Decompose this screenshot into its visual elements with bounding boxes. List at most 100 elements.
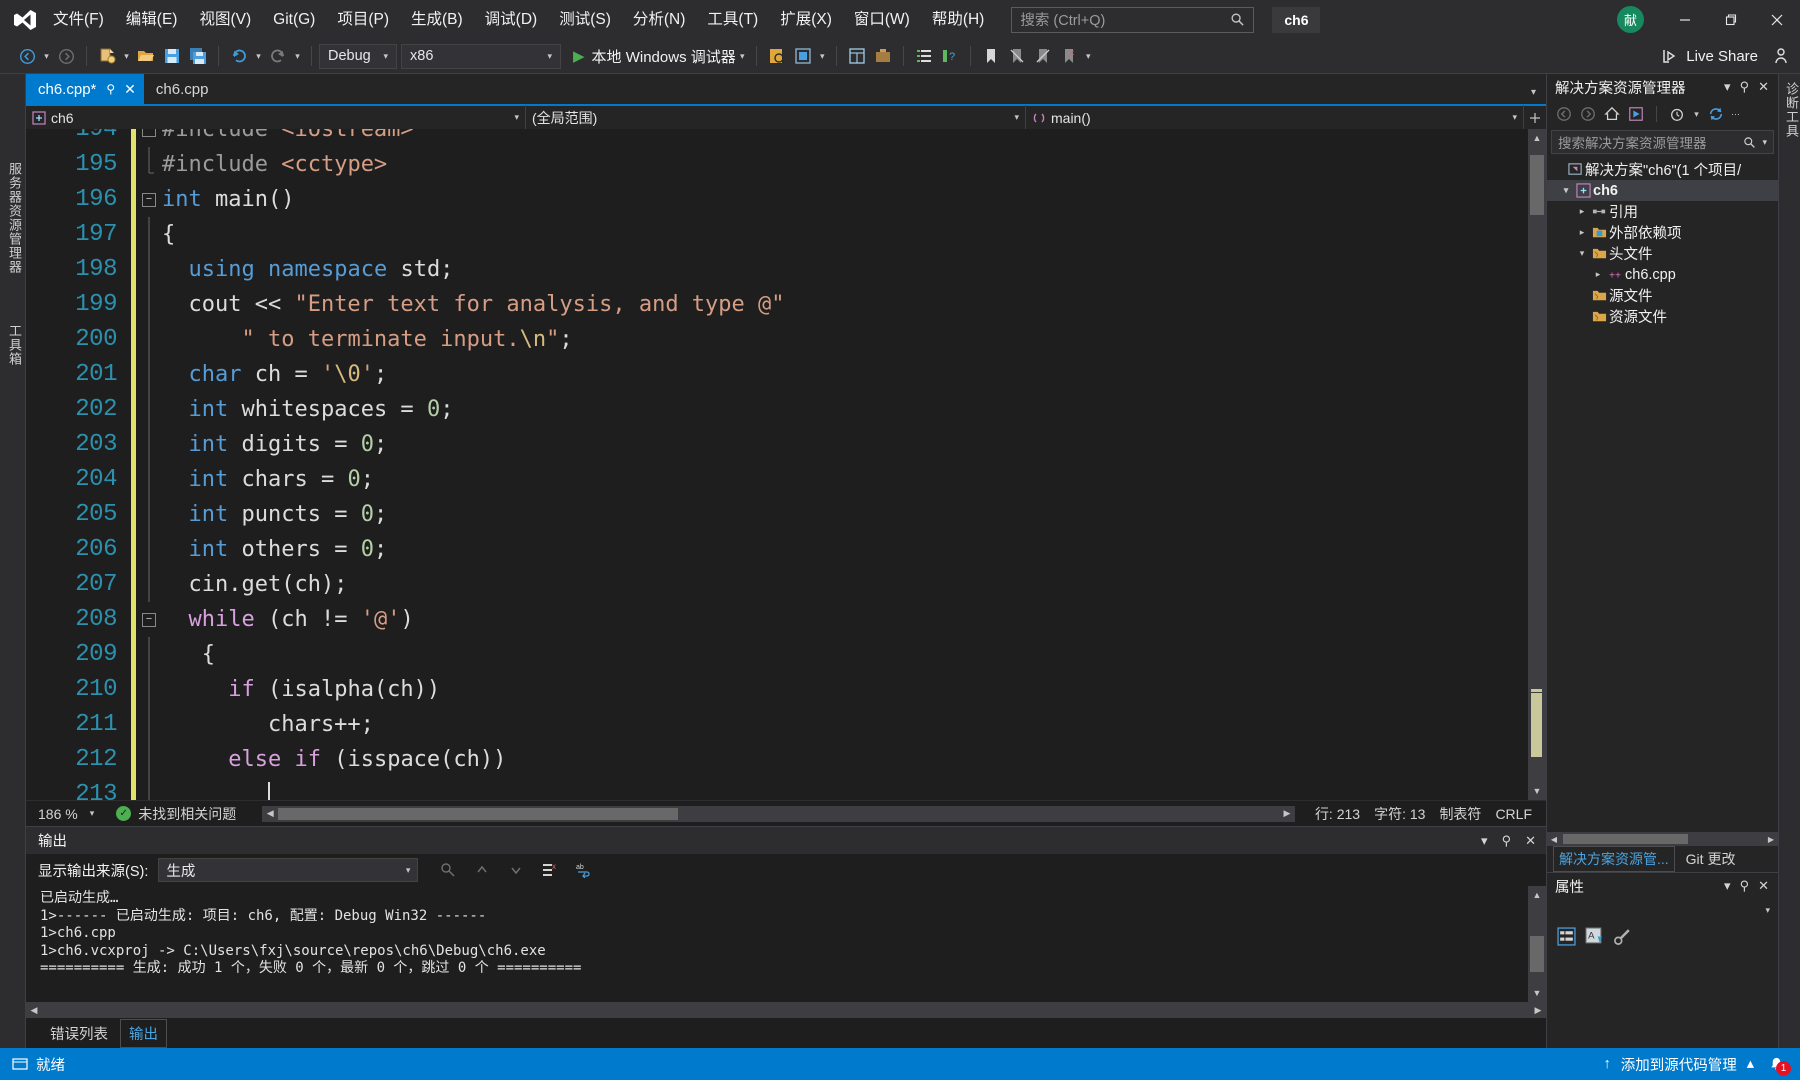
bookmark-icon[interactable] bbox=[978, 43, 1004, 69]
tab-overflow-icon[interactable]: ▾ bbox=[1531, 87, 1546, 104]
menu-debug[interactable]: 调试(D) bbox=[474, 0, 549, 39]
close-button[interactable] bbox=[1754, 0, 1800, 39]
code-line-199[interactable]: 199 cout << "Enter text for analysis, an… bbox=[26, 287, 1528, 322]
properties-object-select[interactable]: ▾ bbox=[1547, 899, 1778, 921]
pending-changes-icon[interactable] bbox=[1666, 103, 1688, 125]
editor-horizontal-scrollbar[interactable]: ◀ ▶ bbox=[262, 805, 1295, 822]
pin-icon[interactable]: ⚲ bbox=[106, 82, 115, 96]
solution-name-chip[interactable]: ch6 bbox=[1272, 6, 1321, 33]
switch-views-icon[interactable] bbox=[1625, 103, 1647, 125]
close-icon[interactable]: ✕ bbox=[1758, 878, 1769, 894]
scroll-left-icon[interactable]: ◀ bbox=[1547, 835, 1561, 844]
code-line-197[interactable]: 197 { bbox=[26, 217, 1528, 252]
chevron-down-icon[interactable]: ▾ bbox=[1724, 79, 1731, 95]
tree-item-source-files[interactable]: 源文件 bbox=[1547, 285, 1778, 306]
toolbar-overflow-icon[interactable]: ▾ bbox=[1082, 51, 1095, 62]
split-view-icon[interactable] bbox=[1524, 112, 1546, 124]
solution-explorer-search-input[interactable]: 搜索解决方案资源管理器 ▾ bbox=[1551, 130, 1774, 154]
back-dropdown-icon[interactable]: ▾ bbox=[40, 51, 53, 62]
close-icon[interactable]: ✕ bbox=[1758, 79, 1769, 95]
code-line-194[interactable]: 194 − #include <iostream> bbox=[26, 129, 1528, 147]
expander-icon[interactable]: ▸ bbox=[1575, 206, 1589, 217]
undo-icon[interactable] bbox=[226, 43, 252, 69]
tab-output[interactable]: 输出 bbox=[120, 1018, 167, 1048]
hscroll-thumb[interactable] bbox=[278, 807, 679, 820]
scroll-thumb[interactable] bbox=[1530, 936, 1544, 972]
source-control-up-arrow-icon[interactable]: ↑ bbox=[1603, 1056, 1610, 1072]
clear-bookmarks-icon[interactable]: x bbox=[1056, 43, 1082, 69]
hscroll-thumb[interactable] bbox=[1563, 834, 1688, 844]
expander-icon[interactable]: ▾ bbox=[1559, 185, 1573, 196]
find-in-files-icon[interactable] bbox=[764, 43, 790, 69]
debug-target-dropdown-icon[interactable]: ▾ bbox=[736, 51, 749, 62]
menu-tools[interactable]: 工具(T) bbox=[696, 0, 769, 39]
scroll-up-icon[interactable]: ▲ bbox=[1528, 129, 1546, 147]
output-horizontal-scrollbar[interactable]: ◀ ▶ bbox=[26, 1002, 1546, 1018]
save-icon[interactable] bbox=[159, 43, 185, 69]
code-line-198[interactable]: 198 using namespace std; bbox=[26, 252, 1528, 287]
tree-item-ch6-cpp[interactable]: ▸ ++ ch6.cpp bbox=[1547, 264, 1778, 285]
minimize-button[interactable] bbox=[1662, 0, 1708, 39]
menu-build[interactable]: 生成(B) bbox=[400, 0, 474, 39]
alphabetical-view-icon[interactable]: A bbox=[1585, 927, 1604, 946]
code-line-202[interactable]: 202 int whitespaces = 0; bbox=[26, 392, 1528, 427]
tree-item-header-files[interactable]: ▾ 头文件 bbox=[1547, 243, 1778, 264]
home-icon[interactable] bbox=[1601, 103, 1623, 125]
fold-toggle[interactable]: − bbox=[136, 129, 162, 137]
tree-item-solution[interactable]: 解决方案"ch6"(1 个项目/ bbox=[1547, 159, 1778, 180]
tree-item-project-ch6[interactable]: ▾ ch6 bbox=[1547, 180, 1778, 201]
server-explorer-tab[interactable]: 服务器资源管理器 bbox=[5, 162, 24, 274]
scroll-right-icon[interactable]: ▶ bbox=[1279, 808, 1295, 819]
property-pages-icon[interactable] bbox=[1613, 927, 1632, 946]
chevron-down-icon[interactable]: ▾ bbox=[1481, 833, 1488, 849]
pin-icon[interactable]: ⚲ bbox=[1502, 833, 1512, 849]
live-share-button[interactable]: Live Share bbox=[1661, 47, 1800, 65]
start-debugging-button[interactable]: ▶ 本地 Windows 调试器 ▾ bbox=[573, 46, 749, 67]
window-dropdown-icon[interactable]: ▾ bbox=[816, 51, 829, 62]
diagnostic-tools-tab[interactable]: 诊断工具 bbox=[1782, 82, 1800, 138]
close-icon[interactable]: ✕ bbox=[124, 81, 136, 98]
editor-vertical-scrollbar[interactable]: ▲ ▼ bbox=[1528, 129, 1546, 800]
restore-button[interactable] bbox=[1708, 0, 1754, 39]
notifications-button[interactable]: 1 bbox=[1764, 1056, 1791, 1076]
toolbox-tab[interactable]: 工具箱 bbox=[5, 324, 24, 366]
go-to-next-message-icon[interactable] bbox=[508, 862, 524, 878]
tab-solution-explorer[interactable]: 解决方案资源管... bbox=[1553, 846, 1675, 872]
previous-bookmark-icon[interactable] bbox=[1004, 43, 1030, 69]
solution-platform-select[interactable]: x86 ▾ bbox=[401, 43, 561, 69]
tab-git-changes[interactable]: Git 更改 bbox=[1681, 847, 1741, 871]
code-line-204[interactable]: 204 int chars = 0; bbox=[26, 462, 1528, 497]
add-to-source-control-button[interactable]: 添加到源代码管理 bbox=[1621, 1054, 1737, 1075]
menu-test[interactable]: 测试(S) bbox=[548, 0, 622, 39]
close-icon[interactable]: ✕ bbox=[1525, 833, 1536, 849]
chevron-down-icon[interactable]: ▾ bbox=[1690, 109, 1703, 120]
scroll-right-icon[interactable]: ▶ bbox=[1764, 835, 1778, 844]
properties-window-icon[interactable] bbox=[844, 43, 870, 69]
code-line-203[interactable]: 203 int digits = 0; bbox=[26, 427, 1528, 462]
scroll-left-icon[interactable]: ◀ bbox=[262, 808, 278, 819]
redo-dropdown-icon[interactable]: ▾ bbox=[291, 51, 304, 62]
expander-icon[interactable]: ▸ bbox=[1575, 227, 1589, 238]
quick-search-input[interactable]: 搜索 (Ctrl+Q) bbox=[1011, 6, 1255, 33]
nav-member-select[interactable]: main() ▾ bbox=[1026, 105, 1524, 130]
nav-scope-select[interactable]: (全局范围) ▾ bbox=[526, 105, 1026, 130]
code-surface[interactable]: 194 − #include <iostream> 195 #include <… bbox=[26, 129, 1528, 800]
tree-item-resource-files[interactable]: 资源文件 bbox=[1547, 306, 1778, 327]
nav-project-select[interactable]: ch6 ▾ bbox=[26, 105, 526, 130]
code-line-211[interactable]: 211 chars++; bbox=[26, 707, 1528, 742]
output-text[interactable]: 已启动生成… 1>------ 已启动生成: 项目: ch6, 配置: Debu… bbox=[26, 886, 1528, 1002]
menu-git[interactable]: Git(G) bbox=[262, 0, 326, 39]
code-line-209[interactable]: 209 { bbox=[26, 637, 1528, 672]
forward-icon[interactable] bbox=[1577, 103, 1599, 125]
back-icon[interactable] bbox=[1553, 103, 1575, 125]
chevron-down-icon[interactable]: ▾ bbox=[1762, 137, 1767, 148]
code-line-208[interactable]: 208 − while (ch != '@') bbox=[26, 602, 1528, 637]
tab-error-list[interactable]: 错误列表 bbox=[42, 1020, 116, 1047]
code-editor[interactable]: 194 − #include <iostream> 195 #include <… bbox=[26, 129, 1546, 800]
solution-configuration-select[interactable]: Debug ▾ bbox=[319, 43, 397, 69]
output-source-select[interactable]: 生成 ▾ bbox=[158, 858, 419, 882]
toggle-word-wrap-icon[interactable]: ab bbox=[576, 862, 592, 878]
pin-icon[interactable]: ⚲ bbox=[1740, 79, 1750, 95]
solution-explorer-horizontal-scrollbar[interactable]: ◀ ▶ bbox=[1547, 832, 1778, 846]
menu-project[interactable]: 项目(P) bbox=[326, 0, 400, 39]
